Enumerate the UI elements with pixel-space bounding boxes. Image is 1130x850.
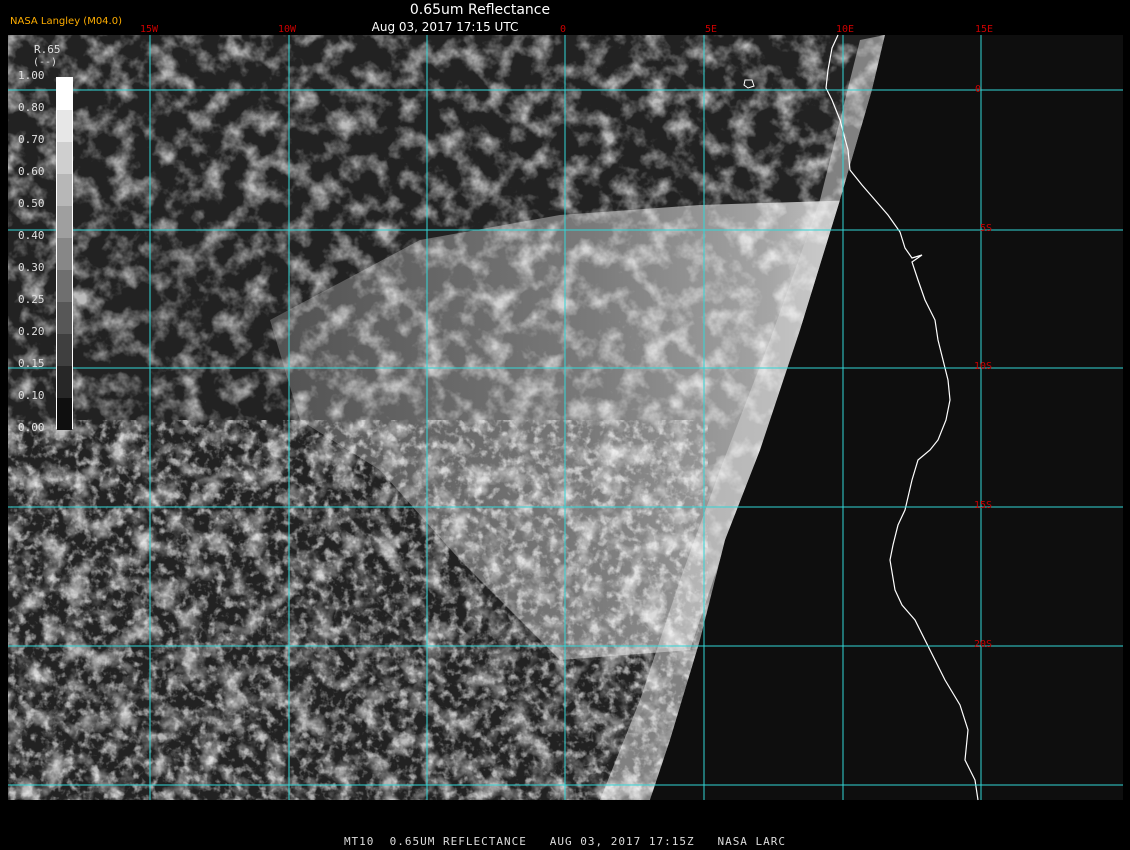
colorbar-title: R.65 xyxy=(34,43,61,56)
colorbar-tick-label: 1.00 xyxy=(18,69,45,82)
colorbar-tick-label: 0.15 xyxy=(18,357,45,370)
lon-label-15e: 15E xyxy=(975,24,994,35)
colorbar-unit: (--) xyxy=(33,57,58,68)
colorbar-swatch xyxy=(57,302,72,334)
lon-label-10e: 10E xyxy=(836,24,855,35)
colorbar-tick-label: 0.50 xyxy=(18,197,45,210)
lat-label-10s: 10S xyxy=(974,361,993,372)
lat-label-20s: 20S xyxy=(974,639,993,650)
colorbar-tick-label: 0.00 xyxy=(18,421,45,434)
colorbar-tick-label: 0.30 xyxy=(18,261,45,274)
colorbar-tick-label: 0.60 xyxy=(18,165,45,178)
colorbar-swatch xyxy=(57,206,72,238)
lat-label-5s: 5S xyxy=(980,223,993,234)
colorbar xyxy=(56,77,73,430)
colorbar-swatch xyxy=(57,142,72,174)
lon-label-5e: 5E xyxy=(705,24,718,35)
reflectance-map xyxy=(8,34,1123,801)
colorbar-tick-label: 0.25 xyxy=(18,293,45,306)
colorbar-tick-label: 0.80 xyxy=(18,101,45,114)
lat-label-15s: 15S xyxy=(974,500,993,511)
lat-label-0: 0 xyxy=(975,84,982,95)
brand-label: NASA Langley (M04.0) xyxy=(10,16,122,27)
satellite-image-viewer: 0.65um Reflectance Aug 03, 2017 17:15 UT… xyxy=(0,0,1130,850)
colorbar-swatch xyxy=(57,270,72,302)
colorbar-swatch xyxy=(57,334,72,366)
colorbar-tick-label: 0.20 xyxy=(18,325,45,338)
product-title: 0.65um Reflectance xyxy=(409,2,551,18)
colorbar-swatch xyxy=(57,110,72,142)
footer-caption: MT10 0.65UM REFLECTANCE AUG 03, 2017 17:… xyxy=(343,835,787,848)
colorbar-swatch xyxy=(57,238,72,270)
colorbar-tick-label: 0.10 xyxy=(18,389,45,402)
colorbar-swatch xyxy=(57,78,72,110)
lon-label-15w: 15W xyxy=(140,24,159,35)
colorbar-tick-label: 0.70 xyxy=(18,133,45,146)
lon-label-0: 0 xyxy=(560,24,567,35)
colorbar-swatch xyxy=(57,174,72,206)
image-datetime: Aug 03, 2017 17:15 UTC xyxy=(371,20,519,34)
lon-label-10w: 10W xyxy=(278,24,297,35)
colorbar-swatch xyxy=(57,398,72,430)
colorbar-tick-label: 0.40 xyxy=(18,229,45,242)
cloud-cells xyxy=(8,420,708,800)
colorbar-swatch xyxy=(57,366,72,398)
